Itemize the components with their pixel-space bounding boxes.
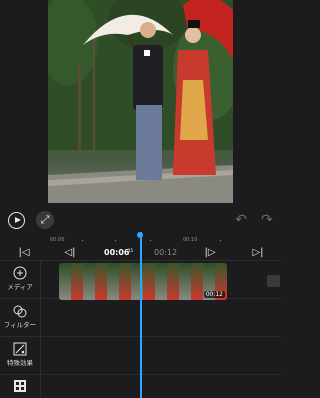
- skip-to-start-icon[interactable]: |◁: [14, 245, 34, 260]
- tool-effects-label: 特殊効果: [7, 359, 33, 367]
- effects-icon: [13, 342, 27, 356]
- previous-frame-icon[interactable]: ◁|: [60, 245, 80, 260]
- add-circle-icon: [13, 266, 27, 280]
- fullscreen-icon[interactable]: ⤢: [36, 211, 54, 229]
- play-button[interactable]: [8, 212, 25, 229]
- clip-thumbnail: [107, 263, 119, 300]
- tool-filter-label: フィルター: [3, 321, 37, 329]
- next-frame-icon[interactable]: |▷: [200, 245, 220, 260]
- ruler-tick: [220, 240, 221, 241]
- clip-thumbnail: [191, 263, 203, 300]
- video-frame-image: [48, 0, 233, 203]
- extra-track[interactable]: [40, 375, 281, 398]
- tool-media[interactable]: メディア: [0, 261, 40, 299]
- clip-thumbnail: [83, 263, 95, 300]
- transition-icon[interactable]: [267, 275, 280, 287]
- total-time: 00:12: [154, 248, 178, 257]
- ruler-label-10s: 00:10: [183, 237, 198, 243]
- skip-to-end-icon[interactable]: ▷|: [248, 245, 268, 260]
- clip-thumbnail: [179, 263, 191, 300]
- clip-thumbnail: [59, 263, 71, 300]
- current-time-frames: 15: [128, 248, 134, 253]
- playhead-handle[interactable]: [137, 232, 143, 238]
- video-preview[interactable]: [48, 0, 233, 203]
- clip-duration: 00:12: [203, 291, 225, 298]
- grid-icon: [14, 380, 26, 392]
- clip-thumbnail: [155, 263, 167, 300]
- preview-area: ⤢ ↶ ↷: [0, 0, 281, 236]
- ruler-tick: [82, 240, 83, 241]
- ruler-tick: [150, 240, 151, 241]
- clip-thumbnail: [119, 263, 131, 300]
- media-track[interactable]: 00:12: [40, 261, 281, 300]
- tool-grid[interactable]: [0, 375, 40, 398]
- redo-icon[interactable]: ↷: [258, 211, 276, 229]
- filter-track[interactable]: [40, 299, 281, 337]
- undo-icon[interactable]: ↶: [232, 211, 250, 229]
- clip-thumbnail: [71, 263, 83, 300]
- clip-thumbnail: [167, 263, 179, 300]
- tool-media-label: メディア: [7, 283, 33, 291]
- tool-effects[interactable]: 特殊効果: [0, 337, 40, 375]
- video-editor-app: ⤢ ↶ ↷ 00:00 00:10 |◁ ◁| 00:06 15 00:12 |…: [0, 0, 281, 398]
- clip-thumbnail: [143, 263, 155, 300]
- current-time: 00:06: [104, 248, 130, 257]
- ruler-label-start: 00:00: [50, 237, 65, 243]
- playhead[interactable]: [140, 232, 142, 398]
- ruler-tick: [115, 240, 116, 241]
- clip-thumbnail: [95, 263, 107, 300]
- tool-filter[interactable]: フィルター: [0, 299, 40, 337]
- effects-track[interactable]: [40, 337, 281, 375]
- video-clip[interactable]: 00:12: [59, 263, 227, 300]
- filter-icon: [13, 305, 27, 318]
